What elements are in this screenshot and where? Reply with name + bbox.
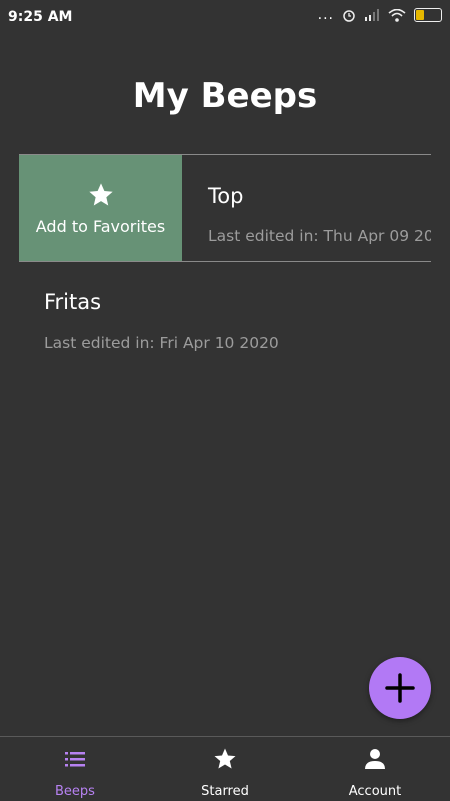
wifi-icon xyxy=(388,8,406,22)
nav-label-starred: Starred xyxy=(201,784,249,799)
list-item[interactable]: Add to Favorites Top Last edited in: Thu… xyxy=(19,154,431,262)
status-icons: ... xyxy=(318,8,442,22)
battery-icon xyxy=(414,8,442,22)
list-item-subtitle: Last edited in: Fri Apr 10 2020 xyxy=(44,334,279,352)
nav-item-account[interactable]: Account xyxy=(300,737,450,801)
person-icon xyxy=(365,749,385,769)
bottom-nav: Beeps Starred Account xyxy=(0,736,450,801)
list-item[interactable]: Fritas Last edited in: Fri Apr 10 2020 xyxy=(0,262,450,372)
star-icon xyxy=(214,748,236,769)
nav-item-starred[interactable]: Starred xyxy=(150,737,300,801)
status-bar: 9:25 AM ... xyxy=(0,0,450,32)
page-title: My Beeps xyxy=(132,76,318,116)
add-beep-button[interactable] xyxy=(369,657,431,719)
list-item-title: Top xyxy=(208,184,244,208)
list-icon xyxy=(65,752,85,767)
beeps-list: Add to Favorites Top Last edited in: Thu… xyxy=(0,154,450,372)
status-time: 9:25 AM xyxy=(8,9,73,25)
nav-item-beeps[interactable]: Beeps xyxy=(0,737,150,801)
add-to-favorites-button[interactable]: Add to Favorites xyxy=(19,155,182,261)
signal-icon xyxy=(365,9,379,21)
more-dots-icon: ... xyxy=(317,7,334,23)
alarm-icon xyxy=(343,10,355,22)
nav-label-beeps: Beeps xyxy=(55,784,95,799)
star-icon xyxy=(88,182,113,205)
list-item-subtitle: Last edited in: Thu Apr 09 2020 xyxy=(208,227,431,245)
plus-icon xyxy=(385,673,415,703)
add-to-favorites-label: Add to Favorites xyxy=(35,216,166,236)
list-item-content[interactable]: Top Last edited in: Thu Apr 09 2020 xyxy=(182,155,431,261)
list-item-title: Fritas xyxy=(44,290,102,314)
nav-label-account: Account xyxy=(348,784,402,799)
